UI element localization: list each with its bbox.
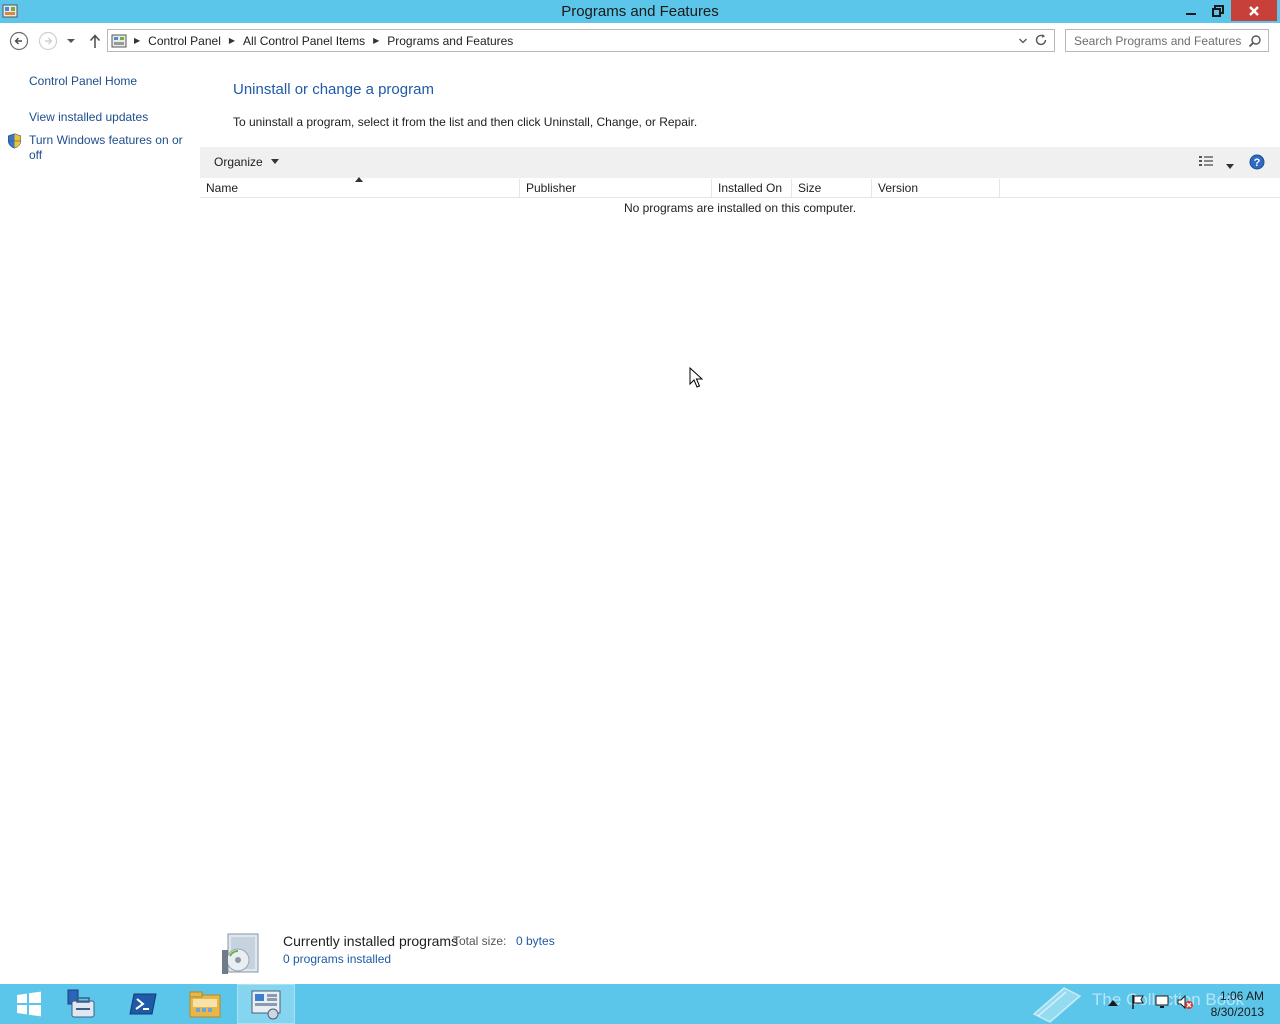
powershell-icon (129, 993, 157, 1015)
folder-icon (189, 991, 221, 1018)
view-installed-updates-link[interactable]: View installed updates (29, 110, 148, 125)
up-button[interactable] (85, 31, 105, 51)
breadcrumb-all-control-panel-items[interactable]: All Control Panel Items (243, 34, 365, 48)
taskbar-control-panel[interactable] (237, 984, 295, 1024)
search-input[interactable]: Search Programs and Features (1074, 34, 1241, 48)
refresh-button[interactable] (1034, 33, 1048, 50)
installed-programs-icon (220, 930, 266, 981)
total-size-value: 0 bytes (516, 934, 555, 948)
forward-button[interactable] (38, 31, 58, 51)
breadcrumb-programs-and-features[interactable]: Programs and Features (387, 34, 513, 48)
column-header-name[interactable]: Name (200, 177, 520, 198)
chevron-down-icon (1019, 38, 1027, 44)
sort-ascending-icon (355, 177, 363, 182)
server-manager-icon (67, 989, 95, 1018)
column-headers: Name Publisher Installed On Size Version (200, 177, 1280, 198)
mouse-cursor-icon (689, 366, 704, 392)
total-size-label: Total size: (453, 934, 507, 948)
clock-time: 1:06 AM (1219, 989, 1264, 1003)
task-pane: Control Panel Home View installed update… (0, 59, 200, 984)
uac-shield-icon (7, 133, 22, 152)
page-description: To uninstall a program, select it from t… (233, 115, 698, 129)
search-icon[interactable] (1248, 34, 1262, 51)
command-bar: Organize ? (200, 147, 1280, 178)
page-title: Uninstall or change a program (233, 81, 434, 98)
minimize-button[interactable] (1177, 0, 1204, 21)
show-hidden-icons-button[interactable] (1108, 996, 1118, 1010)
address-dropdown-button[interactable] (1018, 35, 1028, 49)
details-title: Currently installed programs (283, 933, 459, 949)
search-box[interactable]: Search Programs and Features (1065, 29, 1269, 52)
organize-label: Organize (214, 155, 263, 169)
change-view-button[interactable] (1198, 155, 1214, 172)
close-button[interactable] (1231, 0, 1277, 21)
column-header-publisher[interactable]: Publisher (520, 179, 712, 198)
breadcrumb-separator-icon[interactable]: ▶ (134, 36, 140, 45)
volume-muted-icon[interactable] (1176, 994, 1194, 1013)
column-header-size[interactable]: Size (792, 179, 872, 198)
start-button[interactable] (0, 984, 58, 1024)
restore-button[interactable] (1204, 0, 1231, 21)
refresh-icon (1035, 34, 1047, 46)
help-button[interactable]: ? (1249, 154, 1265, 173)
action-center-flag-icon[interactable] (1130, 994, 1146, 1013)
breadcrumb-separator-icon[interactable]: ▶ (373, 36, 379, 45)
chevron-down-icon (270, 159, 279, 164)
navigation-bar: ▶ Control Panel ▶ All Control Panel Item… (0, 23, 1280, 59)
chevron-down-icon (1226, 164, 1234, 169)
taskbar: The Collection Book 1:06 AM 8/30/2013 (0, 984, 1280, 1024)
taskbar-server-manager[interactable] (52, 984, 110, 1024)
programs-count: 0 programs installed (283, 952, 392, 966)
organize-button[interactable]: Organize (214, 155, 279, 169)
recent-locations-button[interactable] (62, 31, 80, 51)
column-header-installed-on[interactable]: Installed On (712, 179, 792, 198)
watermark-book-icon (1030, 984, 1082, 1024)
empty-list-message: No programs are installed on this comput… (623, 201, 857, 215)
control-panel-icon (251, 990, 281, 1020)
control-panel-home-link[interactable]: Control Panel Home (29, 74, 137, 89)
network-icon[interactable] (1154, 994, 1172, 1013)
column-header-version[interactable]: Version (872, 179, 1000, 198)
back-arrow-icon (9, 31, 29, 51)
up-arrow-icon (89, 34, 101, 48)
breadcrumb: ▶ Control Panel ▶ All Control Panel Item… (130, 30, 513, 51)
taskbar-file-explorer[interactable] (176, 984, 234, 1024)
chevron-up-icon (1108, 1000, 1118, 1006)
view-options-dropdown[interactable] (1226, 159, 1234, 173)
window-title: Programs and Features (561, 3, 719, 20)
help-icon: ? (1249, 154, 1265, 170)
chevron-down-icon (67, 39, 75, 43)
svg-text:?: ? (1254, 157, 1261, 169)
windows-logo-icon (17, 991, 41, 1017)
taskbar-powershell[interactable] (114, 984, 172, 1024)
turn-windows-features-link[interactable]: Turn Windows features on or off (29, 133, 189, 163)
system-clock[interactable]: 1:06 AM 8/30/2013 (1206, 988, 1264, 1020)
back-button[interactable] (9, 31, 29, 51)
details-view-icon (1199, 156, 1213, 166)
breadcrumb-control-panel[interactable]: Control Panel (148, 34, 221, 48)
details-pane: Currently installed programs Total size:… (200, 920, 1280, 984)
address-bar[interactable]: ▶ Control Panel ▶ All Control Panel Item… (107, 29, 1055, 52)
forward-arrow-icon (38, 31, 58, 51)
control-panel-icon (111, 33, 127, 49)
breadcrumb-separator-icon[interactable]: ▶ (229, 36, 235, 45)
title-bar: Programs and Features (0, 0, 1280, 23)
clock-date: 8/30/2013 (1210, 1005, 1264, 1019)
